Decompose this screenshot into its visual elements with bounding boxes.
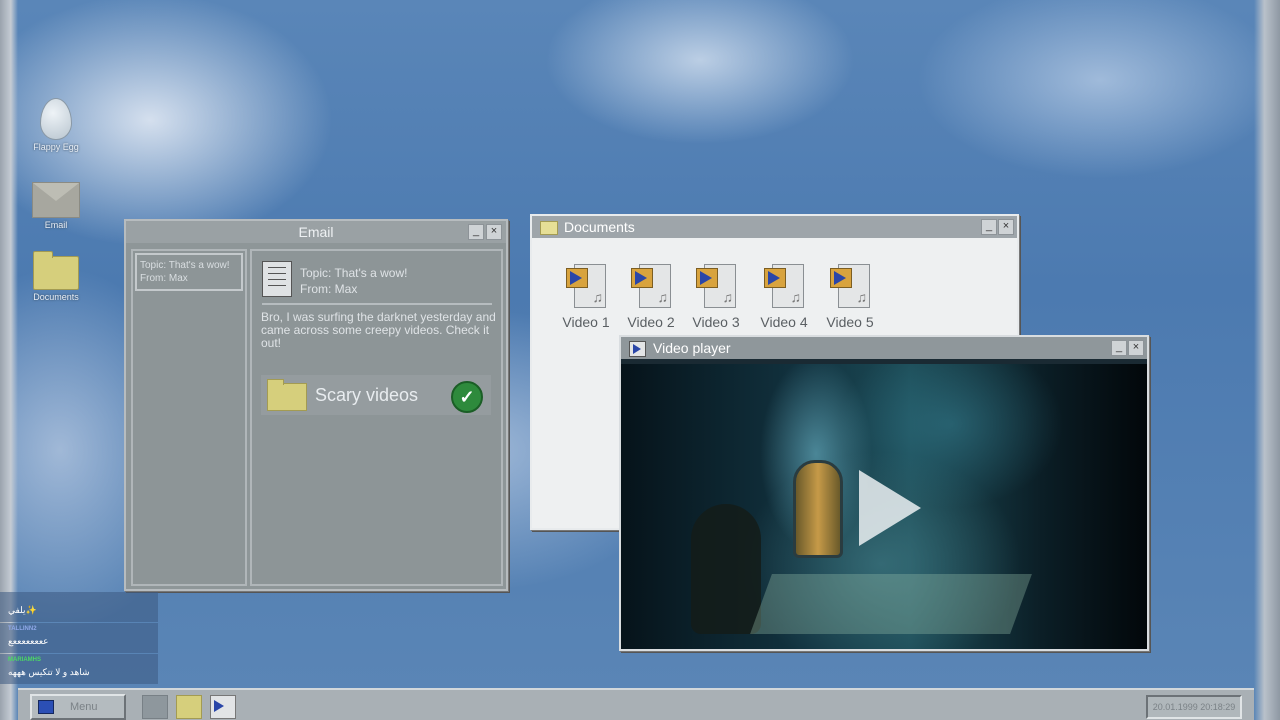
video-scene-figure (691, 504, 761, 634)
close-button[interactable]: × (998, 219, 1014, 235)
window-title: Email (298, 224, 334, 240)
chat-message: MARIAMHS شاهد و لا تتكيس هههه (0, 654, 158, 684)
attachment-scary-videos[interactable]: Scary videos ✓ (261, 375, 491, 415)
chat-message: يلفي✨ (0, 592, 158, 622)
chat-username: TALLINN2 (8, 626, 37, 632)
video-file-icon (566, 264, 606, 308)
video-player-window: Video player _ × (619, 335, 1149, 651)
menu-label: Menu (70, 701, 98, 713)
email-window: Email _ × Topic: That's a wow! From: Max… (124, 219, 508, 591)
email-list-item[interactable]: Topic: That's a wow! From: Max (135, 253, 243, 291)
video-player-titlebar[interactable]: Video player _ × (621, 337, 1147, 359)
file-label: Video 3 (692, 314, 740, 330)
email-body: Bro, I was surfing the darknet yesterday… (261, 310, 496, 350)
play-icon[interactable] (859, 470, 921, 546)
chat-text: ععععععععع (8, 636, 49, 646)
video-file-icon (631, 264, 671, 308)
folder-icon (267, 379, 307, 411)
video-screen[interactable] (621, 364, 1147, 649)
desktop-icon-documents[interactable]: Documents (26, 251, 86, 302)
file-video-2[interactable]: Video 2 (621, 264, 681, 330)
chat-text: يلفي✨ (8, 605, 37, 615)
document-icon (262, 261, 292, 297)
window-title: Documents (564, 219, 635, 235)
chat-message: TALLINN2 ععععععععع (0, 623, 158, 653)
file-video-3[interactable]: Video 3 (686, 264, 746, 330)
folder-icon (33, 251, 79, 290)
video-file-icon (629, 341, 646, 357)
desktop-icon-flappy-egg[interactable]: Flappy Egg (26, 98, 86, 152)
taskbar-video-icon[interactable] (210, 695, 236, 719)
computer-icon (38, 700, 54, 714)
monitor-bezel-right (1254, 0, 1280, 720)
chat-username: MARIAMHS (8, 657, 41, 663)
desktop: Flappy Egg Email Documents Email _ × Top… (0, 0, 1280, 720)
file-video-5[interactable]: Video 5 (820, 264, 880, 330)
folder-icon (540, 221, 558, 235)
file-label: Video 1 (562, 314, 610, 330)
video-file-icon (830, 264, 870, 308)
attachment-name: Scary videos (315, 385, 419, 405)
email-message-view: Topic: That's a wow! From: Max Bro, I wa… (250, 249, 503, 586)
video-file-icon (764, 264, 804, 308)
desktop-icon-label: Documents (33, 292, 79, 302)
minimize-button[interactable]: _ (1111, 340, 1127, 356)
documents-titlebar[interactable]: Documents _ × (532, 216, 1017, 238)
minimize-button[interactable]: _ (468, 224, 484, 240)
desktop-icon-label: Flappy Egg (33, 142, 79, 152)
chat-text: شاهد و لا تتكيس هههه (8, 667, 90, 677)
email-from: From: Max (300, 282, 358, 296)
file-label: Video 5 (826, 314, 874, 330)
clock: 20.01.1999 20:18:29 (1146, 695, 1242, 719)
email-topic: Topic: That's a wow! (300, 266, 408, 280)
video-file-icon (696, 264, 736, 308)
video-scene-porthole (793, 460, 843, 558)
file-label: Video 4 (760, 314, 808, 330)
close-button[interactable]: × (486, 224, 502, 240)
window-title: Video player (653, 340, 731, 356)
email-item-from: From: Max (140, 273, 188, 284)
email-list: Topic: That's a wow! From: Max (131, 249, 247, 586)
taskbar: Menu 20.01.1999 20:18:29 (18, 688, 1254, 720)
file-label: Video 2 (627, 314, 675, 330)
email-titlebar[interactable]: Email _ × (126, 221, 506, 243)
email-item-topic: Topic: That's a wow! (140, 260, 230, 271)
file-video-4[interactable]: Video 4 (754, 264, 814, 330)
egg-icon (40, 98, 72, 140)
taskbar-email-icon[interactable] (142, 695, 168, 719)
divider (262, 303, 492, 305)
file-video-1[interactable]: Video 1 (556, 264, 616, 330)
video-scene-table (750, 574, 1032, 634)
taskbar-folder-icon[interactable] (176, 695, 202, 719)
desktop-icon-label: Email (44, 220, 68, 230)
desktop-icon-email[interactable]: Email (26, 182, 86, 230)
menu-button[interactable]: Menu (30, 694, 126, 720)
close-button[interactable]: × (1128, 340, 1144, 356)
email-header: Topic: That's a wow! From: Max (300, 265, 407, 297)
envelope-icon (32, 182, 80, 218)
checkmark-icon: ✓ (451, 381, 483, 413)
minimize-button[interactable]: _ (981, 219, 997, 235)
